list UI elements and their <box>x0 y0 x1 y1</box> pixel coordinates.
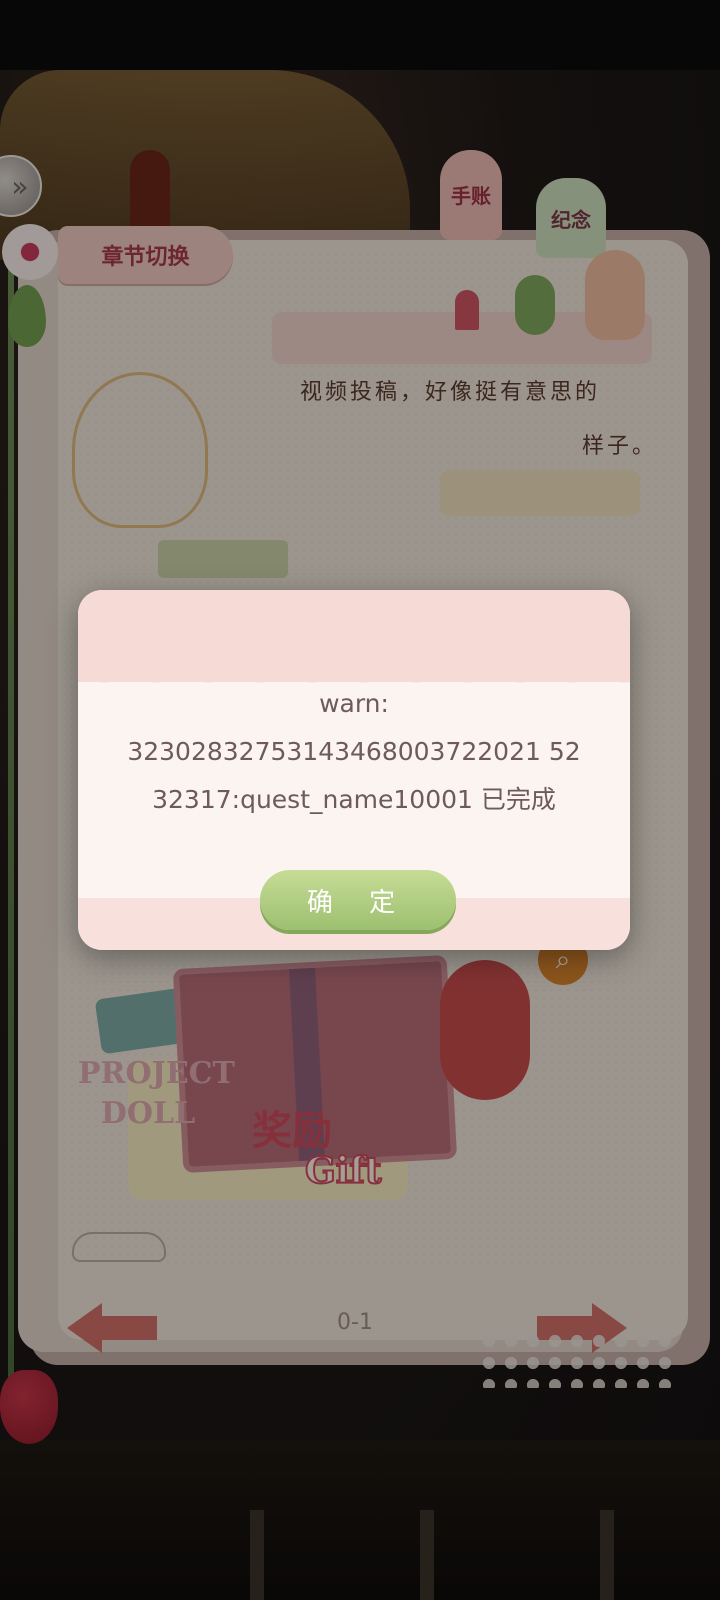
dialog-message-line: 32302832753143468003722021 52 <box>127 737 581 766</box>
dialog-message-line: warn: <box>319 689 389 718</box>
warning-dialog: warn: 32302832753143468003722021 52 3231… <box>78 590 630 950</box>
dialog-message: warn: 32302832753143468003722021 52 3231… <box>98 680 610 824</box>
dialog-message-line: 32317:quest_name10001 已完成 <box>152 785 556 814</box>
confirm-button[interactable]: 确 定 <box>260 870 456 930</box>
